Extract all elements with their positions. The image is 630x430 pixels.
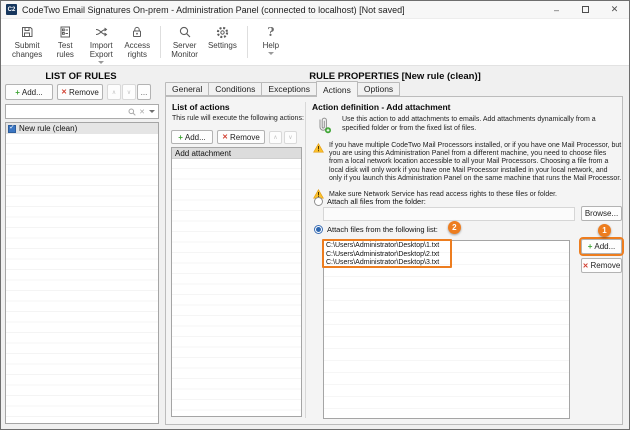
warning-processors-text: If you have multiple CodeTwo Mail Proces… (329, 142, 622, 183)
move-action-up-button[interactable]: ∧ (269, 131, 282, 144)
settings-button[interactable]: Settings (203, 19, 242, 65)
submit-changes-button[interactable]: Submit changes (7, 19, 47, 65)
actions-tab-page: List of actions This rule will execute t… (165, 96, 623, 425)
actions-list: Add attachment (171, 147, 302, 417)
import-export-button[interactable]: Import Export (83, 19, 119, 65)
maximize-icon (582, 6, 589, 13)
move-action-down-button[interactable]: ∨ (284, 131, 297, 144)
minimize-button[interactable]: – (542, 1, 571, 18)
rule-enabled-checkbox[interactable]: ✓ (8, 125, 16, 133)
browse-button[interactable]: Browse... (581, 206, 622, 221)
server-monitor-button[interactable]: Server Monitor (166, 19, 203, 65)
toolbar-separator (247, 26, 248, 58)
help-button[interactable]: ? Help (253, 19, 289, 65)
search-input[interactable] (8, 106, 125, 117)
file-path-item[interactable]: C:\Users\Administrator\Desktop\3.txt (324, 259, 569, 268)
folder-path-input[interactable] (323, 207, 575, 221)
window-title: CodeTwo Email Signatures On-prem - Admin… (22, 5, 405, 15)
import-export-arrows-icon (94, 24, 109, 40)
move-rule-up-button[interactable]: ∧ (107, 84, 121, 100)
chevron-down-icon (98, 61, 104, 64)
remove-action-button[interactable]: ✕Remove (217, 130, 265, 144)
add-action-button[interactable]: +Add... (171, 130, 213, 144)
step-1-annotation-badge: 1 (598, 224, 611, 237)
app-window: C2 CodeTwo Email Signatures On-prem - Ad… (0, 0, 630, 430)
maximize-button[interactable] (571, 1, 600, 18)
attach-folder-label: Attach all files from the folder: (327, 197, 426, 206)
main-toolbar: Submit changes Test rules Import Export (1, 19, 629, 66)
floppy-icon (20, 24, 34, 40)
warning-icon (313, 143, 324, 153)
list-of-actions-title: List of actions (172, 102, 230, 112)
chevron-down-icon (268, 52, 274, 55)
list-of-actions-description: This rule will execute the following act… (172, 115, 304, 122)
search-dropdown-icon[interactable] (149, 110, 155, 113)
paperclip-attachment-icon (315, 116, 332, 134)
tab-exceptions[interactable]: Exceptions (261, 82, 317, 96)
titlebar: C2 CodeTwo Email Signatures On-prem - Ad… (1, 1, 629, 19)
rules-search-box: ✕ (5, 104, 159, 119)
action-list-item[interactable]: Add attachment (172, 148, 301, 159)
file-path-item[interactable]: C:\Users\Administrator\Desktop\2.txt (324, 251, 569, 260)
toolbar-separator (160, 26, 161, 58)
access-rights-button[interactable]: Access rights (119, 19, 155, 65)
list-of-rules-header: LIST OF RULES (1, 71, 161, 82)
attach-list-label: Attach files from the following list: (327, 225, 438, 234)
attach-list-option: Attach files from the following list: 2 (314, 225, 461, 234)
gear-icon (215, 24, 230, 40)
rule-properties-tabs: General Conditions Exceptions Actions Op… (165, 81, 399, 96)
attachment-files-list: C:\Users\Administrator\Desktop\1.txt C:\… (323, 240, 570, 419)
test-rules-button[interactable]: Test rules (47, 19, 83, 65)
step-2-annotation-badge: 2 (448, 221, 461, 234)
attach-list-radio[interactable] (314, 225, 323, 234)
rule-list-item[interactable]: ✓ New rule (clean) (6, 123, 158, 134)
add-file-button[interactable]: +Add... (581, 239, 622, 254)
action-definition-intro: Use this action to add attachments to em… (342, 115, 620, 133)
action-definition-title: Action definition - Add attachment (312, 102, 451, 112)
remove-rule-button[interactable]: ✕Remove (57, 84, 103, 100)
app-icon: C2 (6, 4, 17, 15)
lock-icon (130, 24, 144, 40)
tab-options[interactable]: Options (357, 82, 400, 96)
attach-folder-option: Attach all files from the folder: (314, 197, 426, 206)
clear-search-icon[interactable]: ✕ (139, 108, 145, 116)
remove-file-button[interactable]: ✕Remove (581, 258, 622, 273)
close-button[interactable]: ✕ (600, 1, 629, 18)
rules-toolbar: +Add... ✕Remove ∧ ∨ ... (5, 84, 159, 100)
panel-divider (305, 102, 306, 418)
move-rule-down-button[interactable]: ∨ (122, 84, 136, 100)
file-path-item[interactable]: C:\Users\Administrator\Desktop\1.txt (324, 242, 569, 251)
rules-list: ✓ New rule (clean) (5, 122, 159, 424)
checklist-icon (58, 24, 72, 40)
attach-folder-radio[interactable] (314, 197, 323, 206)
magnifier-icon (178, 24, 192, 40)
tab-conditions[interactable]: Conditions (208, 82, 262, 96)
search-icon (128, 108, 136, 116)
window-controls: – ✕ (542, 1, 629, 18)
question-mark-icon: ? (267, 24, 274, 40)
tab-general[interactable]: General (165, 82, 209, 96)
rule-name: New rule (clean) (19, 124, 77, 133)
add-rule-button[interactable]: +Add... (5, 84, 53, 100)
tab-actions[interactable]: Actions (316, 81, 358, 97)
more-options-button[interactable]: ... (137, 84, 151, 100)
